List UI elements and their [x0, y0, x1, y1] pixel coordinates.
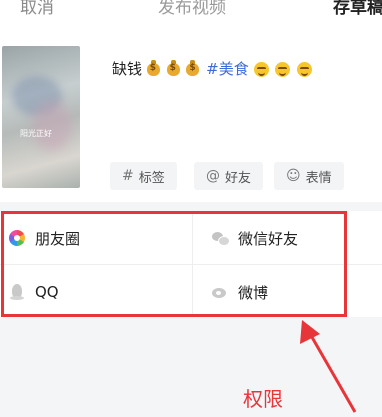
- annotation-arrow-icon: [300, 320, 357, 413]
- arrow-head: [300, 320, 320, 344]
- arrow-shaft: [307, 331, 357, 413]
- annotation-label: 权限: [243, 387, 283, 411]
- publish-video-screen: 取消 发布视频 存草稿 阳光正好 缺钱 #美食 # 标签 @: [0, 0, 382, 417]
